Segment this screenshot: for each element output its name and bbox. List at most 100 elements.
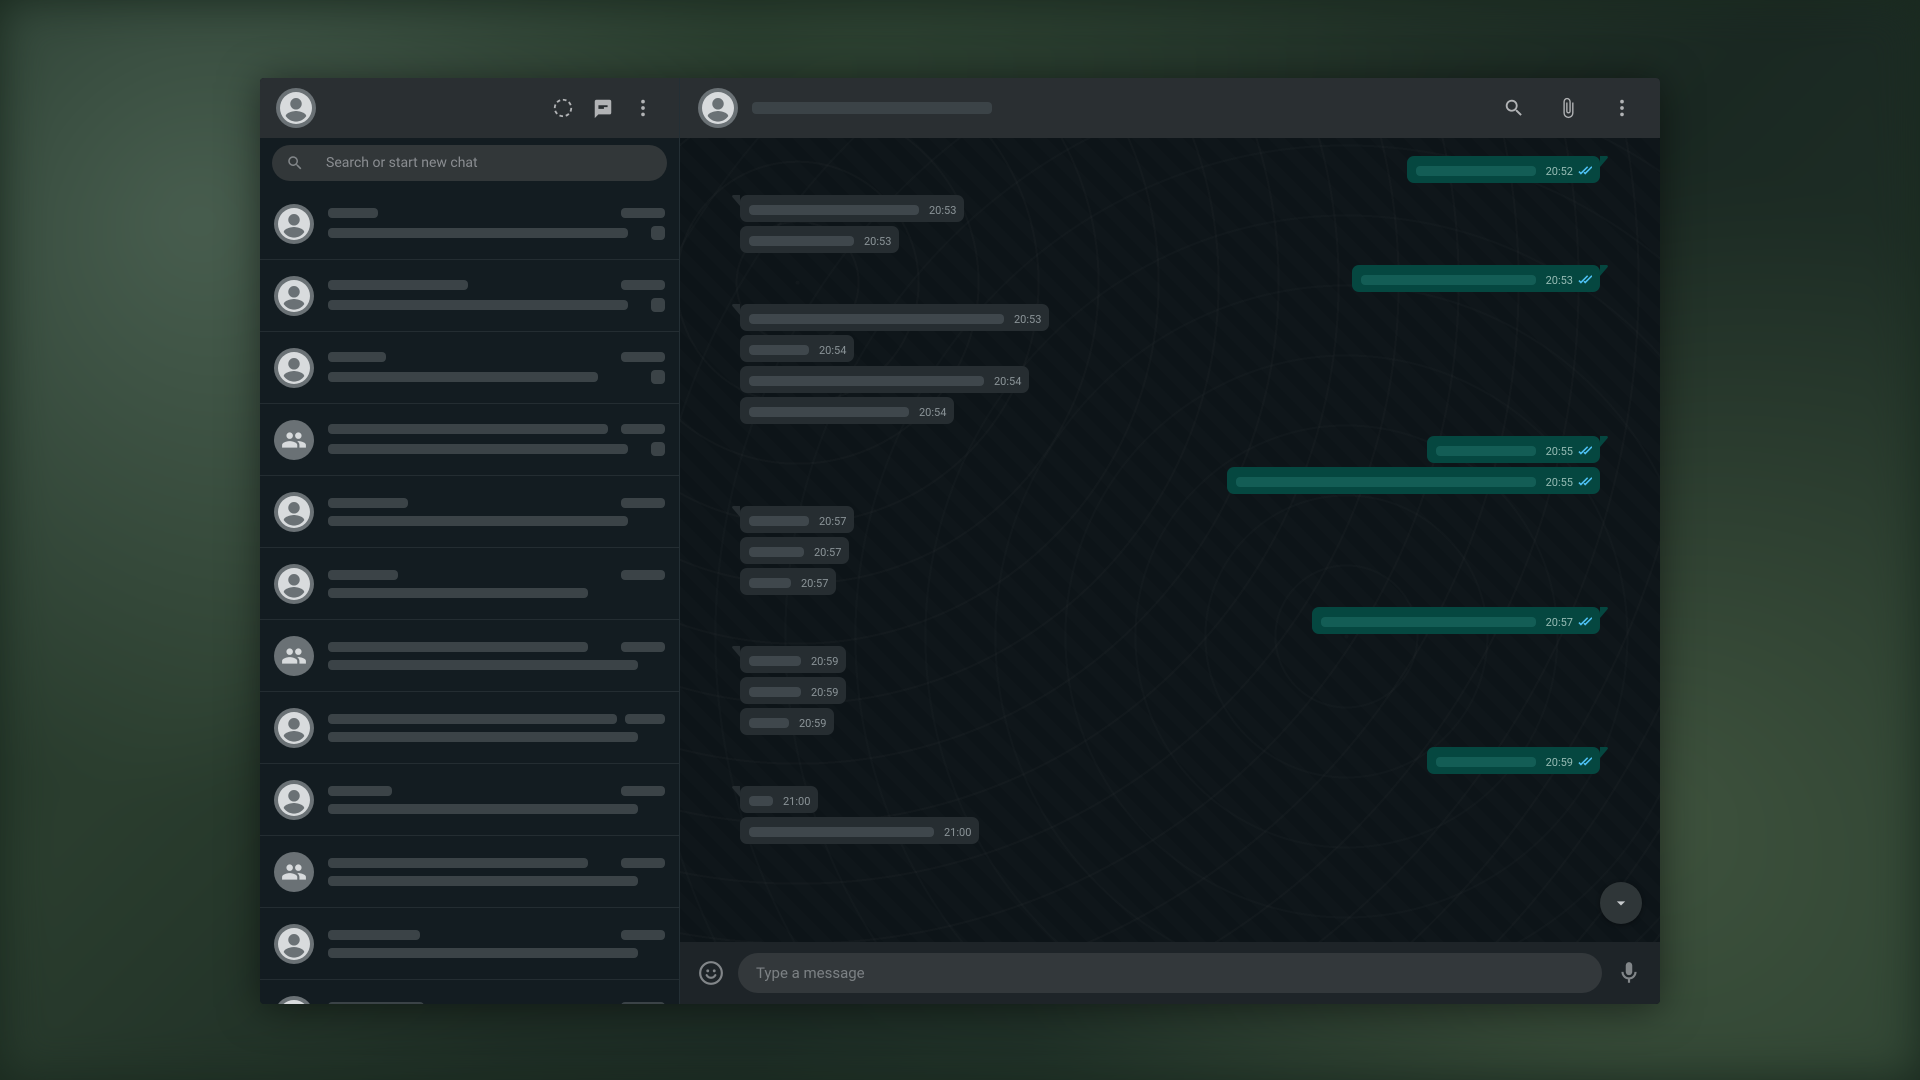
incoming-message[interactable]: 21:00 [740,817,1600,844]
read-ticks-icon [1576,446,1592,457]
chat-item-time [621,858,665,868]
conversation-menu-icon[interactable] [1602,88,1642,128]
message-bubble: 20:52 [1407,156,1600,183]
message-text [1416,166,1536,176]
chat-list[interactable] [260,188,679,1004]
chat-item-time [621,208,665,218]
incoming-message[interactable]: 20:57 [740,537,1600,564]
message-text [1436,446,1536,456]
message-time: 20:59 [799,717,826,730]
outgoing-message[interactable]: 20:55 [740,467,1600,494]
messages-scroll[interactable]: 20:52 20:53 20:53 20:53 20:53 20:54 20:54 20:54… [680,138,1660,942]
outgoing-message[interactable]: 20:59 [740,747,1600,774]
message-bubble: 20:53 [740,304,1049,331]
incoming-message[interactable]: 20:57 [740,568,1600,595]
chat-item-meta [328,786,665,814]
incoming-message[interactable]: 20:57 [740,506,1600,533]
message-meta: 20:59 [1546,756,1592,769]
chat-item-name [328,424,608,434]
message-time: 20:53 [864,235,891,248]
chat-item-preview [328,372,598,382]
chat-list-item[interactable] [260,476,679,548]
message-time: 20:54 [919,406,946,419]
outgoing-message[interactable]: 20:52 [740,156,1600,183]
message-text [749,687,801,697]
message-meta: 20:59 [799,717,826,730]
chat-list-item[interactable] [260,260,679,332]
scroll-to-bottom-button[interactable] [1600,882,1642,924]
message-meta: 20:55 [1546,476,1592,489]
read-ticks-icon [1576,275,1592,286]
outgoing-message[interactable]: 20:53 [740,265,1600,292]
message-time: 20:53 [929,204,956,217]
chat-list-item[interactable] [260,332,679,404]
incoming-message[interactable]: 20:59 [740,708,1600,735]
read-ticks-icon [1576,166,1592,177]
chat-item-meta [328,642,665,670]
chat-item-name [328,1002,424,1005]
chat-item-name [328,352,386,362]
incoming-message[interactable]: 20:54 [740,366,1600,393]
chat-item-meta [328,424,665,456]
attach-icon[interactable] [1548,88,1588,128]
message-time: 20:53 [1014,313,1041,326]
chat-list-item[interactable] [260,548,679,620]
message-time: 20:59 [811,655,838,668]
chat-item-name [328,642,588,652]
chat-list-item[interactable] [260,836,679,908]
chat-item-meta [328,858,665,886]
emoji-icon[interactable] [698,960,724,986]
chat-item-meta [328,280,665,312]
chat-item-time [621,424,665,434]
incoming-message[interactable]: 20:54 [740,397,1600,424]
chat-list-item[interactable] [260,980,679,1004]
chat-list-item[interactable] [260,620,679,692]
my-avatar[interactable] [276,88,316,128]
conversation-header [680,78,1660,138]
contact-name[interactable] [752,102,992,114]
mic-icon[interactable] [1616,960,1642,986]
chat-list-item[interactable] [260,188,679,260]
status-icon[interactable] [543,88,583,128]
chat-item-time [621,642,665,652]
incoming-message[interactable]: 20:54 [740,335,1600,362]
message-time: 21:00 [783,795,810,808]
message-bubble: 20:53 [740,226,899,253]
outgoing-message[interactable]: 20:57 [740,607,1600,634]
message-time: 20:59 [1546,756,1573,769]
incoming-message[interactable]: 20:53 [740,304,1600,331]
menu-icon[interactable] [623,88,663,128]
message-meta: 20:54 [819,344,846,357]
chat-list-item[interactable] [260,908,679,980]
chat-item-meta [328,352,665,384]
chat-list-item[interactable] [260,404,679,476]
chat-list-item[interactable] [260,764,679,836]
sidebar [260,78,680,1004]
outgoing-message[interactable]: 20:55 [740,436,1600,463]
contact-avatar[interactable] [698,88,738,128]
message-text [749,516,809,526]
message-bubble: 20:54 [740,335,854,362]
person-avatar-icon [274,276,314,316]
search-in-chat-icon[interactable] [1494,88,1534,128]
chat-item-preview [328,732,638,742]
chat-item-name [328,498,408,508]
message-meta: 20:53 [864,235,891,248]
message-input[interactable] [738,953,1602,993]
chat-item-preview [328,804,638,814]
incoming-message[interactable]: 20:53 [740,195,1600,222]
chat-list-item[interactable] [260,692,679,764]
incoming-message[interactable]: 21:00 [740,786,1600,813]
search-box[interactable] [272,145,667,181]
unread-badge [651,370,665,384]
message-time: 20:54 [819,344,846,357]
incoming-message[interactable]: 20:59 [740,677,1600,704]
incoming-message[interactable]: 20:53 [740,226,1600,253]
incoming-message[interactable]: 20:59 [740,646,1600,673]
message-time: 20:53 [1546,274,1573,287]
search-input[interactable] [326,155,653,171]
new-chat-icon[interactable] [583,88,623,128]
message-bubble: 21:00 [740,817,979,844]
message-text [1436,757,1536,767]
read-ticks-icon [1576,477,1592,488]
